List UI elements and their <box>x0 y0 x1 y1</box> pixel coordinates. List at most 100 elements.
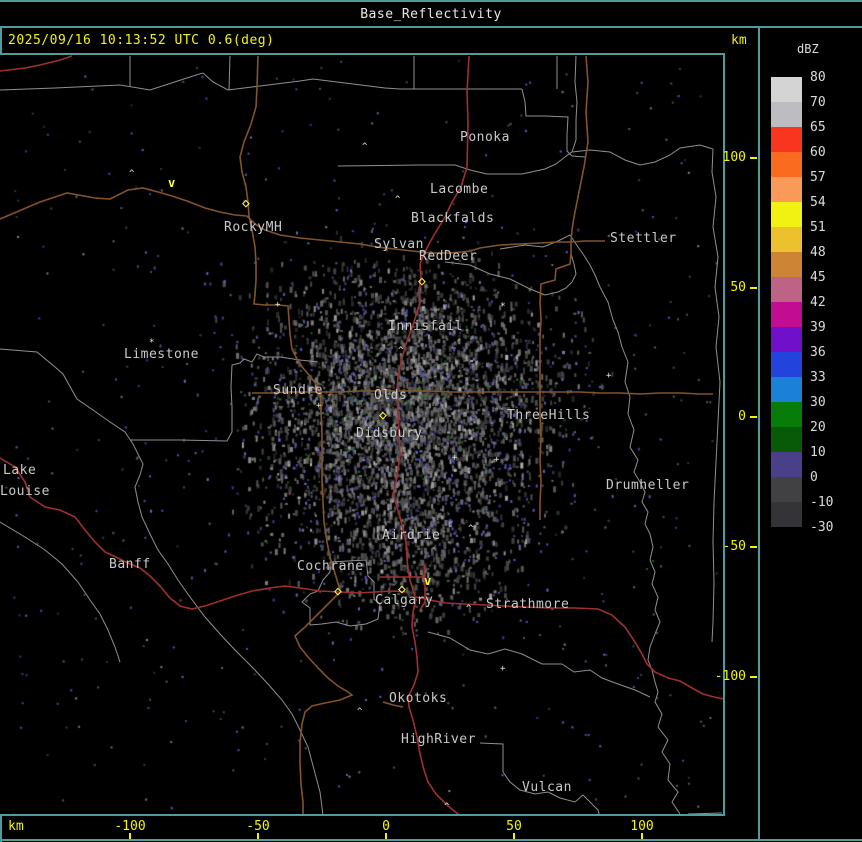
town-marker: ^ <box>395 195 401 205</box>
window-border-bottom <box>0 839 862 841</box>
legend-value-label: 39 <box>810 320 826 335</box>
y-axis-tick-label: -50 <box>722 539 746 554</box>
town-marker: ^ <box>468 524 474 534</box>
city-label-louise: Louise <box>0 484 50 499</box>
city-label-innisfail: Innisfail <box>388 319 463 334</box>
y-axis-tick-label: 100 <box>722 150 746 165</box>
city-label-reddeer: RedDeer <box>419 249 478 264</box>
city-label-sundre: Sundre <box>273 383 323 398</box>
town-marker: * <box>149 338 155 348</box>
y-axis-tick-mark <box>750 676 757 678</box>
city-label-highriver: HighRiver <box>401 732 476 747</box>
legend-title: dBZ <box>797 42 819 56</box>
city-label-sylvan: Sylvan <box>374 237 424 252</box>
y-axis-tick-mark <box>750 416 757 418</box>
town-marker: + <box>606 371 612 381</box>
x-axis-tick-mark <box>641 833 643 839</box>
reflectivity-legend: dBZ 80 70 65 60 57 54 51 48 45 42 39 36 33 30 20 10 0 -10… <box>760 28 862 839</box>
legend-swatch <box>771 377 802 402</box>
city-label-blackfalds: Blackfalds <box>411 211 495 226</box>
legend-value-label: 30 <box>810 395 826 410</box>
x-axis-tick-mark <box>129 833 131 839</box>
legend-value-label: 36 <box>810 345 826 360</box>
x-axis-tick-mark <box>257 833 259 839</box>
x-axis-tick-label: 100 <box>630 819 654 834</box>
town-marker: ^ <box>444 802 450 812</box>
legend-swatch <box>771 302 802 327</box>
legend-swatch <box>771 277 802 302</box>
legend-value-label: 80 <box>810 70 826 85</box>
x-axis-tick-label: -50 <box>246 819 270 834</box>
legend-value-label: 54 <box>810 195 826 210</box>
town-marker: + <box>275 300 281 310</box>
town-marker: + <box>494 455 500 465</box>
legend-value-label: 42 <box>810 295 826 310</box>
range-axis-vertical: 100 50 0 -50 -100 <box>715 53 758 816</box>
legend-value-label: 33 <box>810 370 826 385</box>
city-label-banff: Banff <box>109 557 151 572</box>
city-label-airdrie: Airdrie <box>382 528 441 543</box>
city-label-limestone: Limestone <box>124 347 199 362</box>
city-label-threehills: ThreeHills <box>507 408 591 423</box>
radar-site-diamond-icon: ◇ <box>242 196 250 211</box>
y-axis-tick-mark <box>750 157 757 159</box>
x-axis-tick-label: 0 <box>382 819 390 834</box>
legend-swatch <box>771 152 802 177</box>
radar-map-viewport[interactable]: Ponoka Lacombe Blackfalds Sylvan RedDeer Stet… <box>0 53 725 816</box>
town-marker: ^ <box>398 346 404 356</box>
city-label-strathmore: Strathmore <box>486 597 570 612</box>
radar-site-diamond-icon: ◇ <box>334 584 342 599</box>
town-marker: + <box>316 401 322 411</box>
legend-swatch <box>771 252 802 277</box>
city-label-drumheller: Drumheller <box>606 478 690 493</box>
radar-site-diamond-icon: ◇ <box>398 582 406 597</box>
city-label-vulcan: Vulcan <box>522 780 572 795</box>
x-axis-tick-mark <box>385 833 387 839</box>
legend-swatch <box>771 402 802 427</box>
chevron-marker-icon: v <box>168 176 176 190</box>
x-axis-tick-label: 50 <box>506 819 522 834</box>
x-axis-tick-mark <box>513 833 515 839</box>
legend-value-label: 20 <box>810 420 826 435</box>
legend-value-label: 70 <box>810 95 826 110</box>
town-marker: ^ <box>129 169 135 179</box>
city-label-lake: Lake <box>3 463 37 478</box>
legend-value-label: -10 <box>810 495 834 510</box>
legend-swatch <box>771 477 802 502</box>
legend-swatch <box>771 102 802 127</box>
legend-value-label: -30 <box>810 520 834 535</box>
y-axis-tick-mark <box>750 287 757 289</box>
town-marker: + <box>452 453 458 463</box>
town-marker: ^ <box>466 604 472 614</box>
legend-value-label: 10 <box>810 445 826 460</box>
y-axis-tick-label: 0 <box>738 409 746 424</box>
y-axis-tick-label: 50 <box>730 280 746 295</box>
city-label-lacombe: Lacombe <box>430 182 489 197</box>
town-marker: + <box>500 664 506 674</box>
town-marker: ^ <box>357 707 363 717</box>
radar-application-window: Base_Reflectivity 2025/09/16 10:13:52 UT… <box>0 0 862 842</box>
legend-swatch <box>771 77 802 102</box>
legend-value-label: 0 <box>810 470 818 485</box>
city-label-okotoks: Okotoks <box>389 691 448 706</box>
legend-swatch <box>771 352 802 377</box>
legend-value-label: 48 <box>810 245 826 260</box>
legend-swatch <box>771 227 802 252</box>
town-marker: ^ <box>362 142 368 152</box>
km-unit-label-top: km <box>731 33 747 48</box>
city-label-didsbury: Didsbury <box>356 426 423 441</box>
city-label-cochrane: Cochrane <box>297 559 364 574</box>
legend-swatch <box>771 127 802 152</box>
y-axis-tick-label: -100 <box>714 669 746 684</box>
radar-site-diamond-icon: ◇ <box>418 274 426 289</box>
legend-value-label: 60 <box>810 145 826 160</box>
title-bar-divider <box>0 26 862 28</box>
legend-value-label: 45 <box>810 270 826 285</box>
title-bar: Base_Reflectivity <box>0 2 862 26</box>
x-axis-tick-label: -100 <box>114 819 146 834</box>
legend-value-label: 65 <box>810 120 826 135</box>
legend-swatch <box>771 427 802 452</box>
range-axis-horizontal: km -100 -50 0 50 100 <box>0 816 758 839</box>
legend-value-label: 51 <box>810 220 826 235</box>
legend-swatch <box>771 177 802 202</box>
